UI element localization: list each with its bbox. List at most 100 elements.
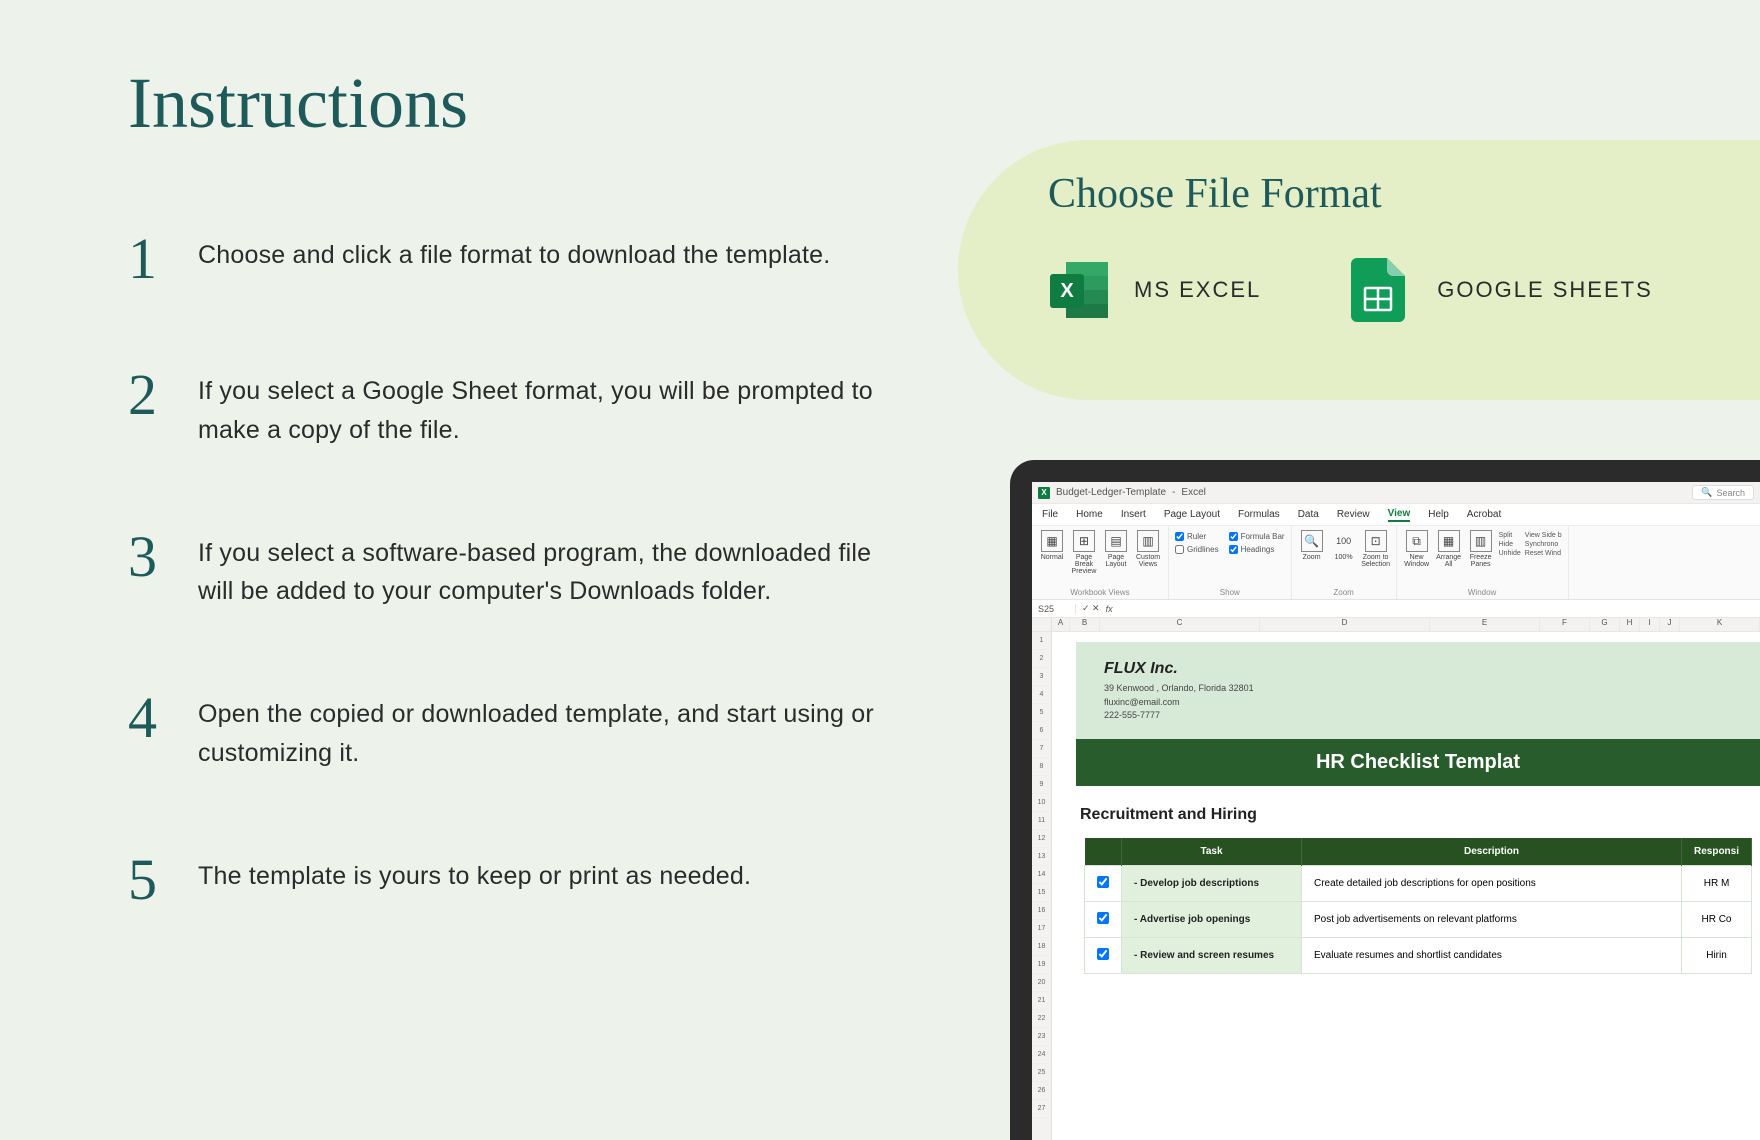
col-header[interactable]: A: [1052, 618, 1070, 631]
step-number: 1: [128, 230, 168, 288]
ribbon-custom-views[interactable]: ▥Custom Views: [1134, 530, 1162, 580]
task-cell: - Review and screen resumes: [1122, 937, 1302, 973]
ribbon-sync[interactable]: Synchrono: [1525, 541, 1562, 548]
ribbon-normal-view[interactable]: ▦Normal: [1038, 530, 1066, 580]
menu-formulas[interactable]: Formulas: [1238, 509, 1280, 520]
menu-file[interactable]: File: [1042, 509, 1058, 520]
menu-data[interactable]: Data: [1298, 509, 1319, 520]
ribbon-hide[interactable]: Hide: [1499, 541, 1521, 548]
column-headers: A B C D E F G H I J K: [1032, 618, 1760, 632]
headings-checkbox[interactable]: [1229, 545, 1238, 554]
ribbon-group-label: Workbook Views: [1038, 588, 1162, 597]
ribbon-group-workbook-views: ▦Normal ⊞Page Break Preview ▤Page Layout…: [1032, 526, 1169, 599]
menu-review[interactable]: Review: [1337, 509, 1370, 520]
step-number: 2: [128, 366, 168, 424]
excel-menu-bar: File Home Insert Page Layout Formulas Da…: [1032, 504, 1760, 526]
col-header[interactable]: K: [1680, 618, 1760, 631]
col-header[interactable]: I: [1640, 618, 1660, 631]
step-text: If you select a software-based program, …: [198, 528, 888, 612]
ribbon-group-label: Show: [1175, 588, 1285, 597]
col-header[interactable]: D: [1260, 618, 1430, 631]
menu-help[interactable]: Help: [1428, 509, 1449, 520]
ribbon-split[interactable]: Split: [1499, 532, 1521, 539]
table-row: - Develop job descriptions Create detail…: [1085, 865, 1752, 901]
company-header-block: FLUX Inc. 39 Kenwood , Orlando, Florida …: [1076, 642, 1760, 739]
ribbon-arrange-all[interactable]: ▦Arrange All: [1435, 530, 1463, 580]
instruction-item: 3 If you select a software-based program…: [128, 528, 888, 612]
table-header-description: Description: [1302, 838, 1682, 866]
task-checkbox[interactable]: [1097, 948, 1109, 960]
task-checkbox[interactable]: [1097, 912, 1109, 924]
format-option-label: MS EXCEL: [1134, 277, 1261, 303]
task-checkbox[interactable]: [1097, 876, 1109, 888]
menu-home[interactable]: Home: [1076, 509, 1103, 520]
laptop-bezel: X Budget-Ledger-Template - Excel 🔍 Searc…: [1010, 460, 1760, 1140]
menu-page-layout[interactable]: Page Layout: [1164, 509, 1220, 520]
sheet-body: 1234567891011121314151617181920212223242…: [1032, 632, 1760, 1140]
ribbon-view-side[interactable]: View Side b: [1525, 532, 1562, 539]
resp-cell: HR Co: [1682, 901, 1752, 937]
ruler-checkbox[interactable]: [1175, 532, 1184, 541]
step-text: If you select a Google Sheet format, you…: [198, 366, 888, 450]
ribbon-zoom-selection[interactable]: ⊡Zoom to Selection: [1362, 530, 1390, 580]
ribbon-group-show: Ruler Gridlines Formula Bar Headings Sho…: [1169, 526, 1292, 599]
gridlines-checkbox[interactable]: [1175, 545, 1184, 554]
ribbon-100[interactable]: 100100%: [1330, 530, 1358, 580]
col-header[interactable]: B: [1070, 618, 1100, 631]
sheet-content[interactable]: FLUX Inc. 39 Kenwood , Orlando, Florida …: [1052, 632, 1760, 1140]
fx-icon: ✓ ✕: [1082, 603, 1100, 614]
format-option-label: GOOGLE SHEETS: [1437, 277, 1653, 303]
step-number: 3: [128, 528, 168, 586]
step-text: Choose and click a file format to downlo…: [198, 230, 830, 275]
search-placeholder: Search: [1716, 488, 1745, 498]
col-header[interactable]: C: [1100, 618, 1260, 631]
row-numbers: 1234567891011121314151617181920212223242…: [1032, 632, 1052, 1140]
col-header[interactable]: E: [1430, 618, 1540, 631]
app-name: Excel: [1181, 487, 1205, 498]
desc-cell: Evaluate resumes and shortlist candidate…: [1302, 937, 1682, 973]
excel-app-icon: X: [1038, 487, 1050, 499]
menu-acrobat[interactable]: Acrobat: [1467, 509, 1501, 520]
table-row: - Review and screen resumes Evaluate res…: [1085, 937, 1752, 973]
company-address: 39 Kenwood , Orlando, Florida 32801: [1104, 682, 1732, 696]
ribbon-reset-window[interactable]: Reset Wind: [1525, 550, 1562, 557]
menu-view[interactable]: View: [1388, 508, 1411, 522]
resp-cell: HR M: [1682, 865, 1752, 901]
col-header[interactable]: H: [1620, 618, 1640, 631]
ribbon-page-break[interactable]: ⊞Page Break Preview: [1070, 530, 1098, 580]
section-title: Recruitment and Hiring: [1052, 786, 1760, 838]
menu-insert[interactable]: Insert: [1121, 509, 1146, 520]
col-header[interactable]: G: [1590, 618, 1620, 631]
step-text: Open the copied or downloaded template, …: [198, 689, 888, 773]
laptop-mockup: X Budget-Ledger-Template - Excel 🔍 Searc…: [1010, 460, 1760, 1140]
ribbon-new-window[interactable]: ⧉New Window: [1403, 530, 1431, 580]
ribbon-unhide[interactable]: Unhide: [1499, 550, 1521, 557]
ribbon-group-label: Window: [1403, 588, 1562, 597]
col-header[interactable]: J: [1660, 618, 1680, 631]
task-cell: - Develop job descriptions: [1122, 865, 1302, 901]
ribbon-page-layout[interactable]: ▤Page Layout: [1102, 530, 1130, 580]
company-phone: 222-555-7777: [1104, 709, 1732, 723]
company-email: fluxinc@email.com: [1104, 696, 1732, 710]
table-header-responsible: Responsi: [1682, 838, 1752, 866]
google-sheets-option[interactable]: GOOGLE SHEETS: [1351, 258, 1653, 322]
excel-icon: X: [1048, 258, 1112, 322]
excel-search-box[interactable]: 🔍 Search: [1692, 485, 1754, 500]
ribbon-freeze-panes[interactable]: ▥Freeze Panes: [1467, 530, 1495, 580]
col-header[interactable]: F: [1540, 618, 1590, 631]
company-name: FLUX Inc.: [1104, 660, 1732, 678]
ribbon-group-label: Zoom: [1298, 588, 1390, 597]
instruction-item: 1 Choose and click a file format to down…: [128, 230, 888, 288]
formula-bar-checkbox[interactable]: [1229, 532, 1238, 541]
name-box[interactable]: S25: [1036, 604, 1076, 614]
page-title: Instructions: [128, 62, 468, 145]
desc-cell: Post job advertisements on relevant plat…: [1302, 901, 1682, 937]
file-format-heading: Choose File Format: [1048, 170, 1760, 218]
ms-excel-option[interactable]: X MS EXCEL: [1048, 258, 1261, 322]
laptop-screen: X Budget-Ledger-Template - Excel 🔍 Searc…: [1032, 482, 1760, 1140]
instruction-item: 5 The template is yours to keep or print…: [128, 851, 888, 909]
instructions-list: 1 Choose and click a file format to down…: [128, 230, 888, 987]
ribbon-zoom[interactable]: 🔍Zoom: [1298, 530, 1326, 580]
document-title-bar: HR Checklist Templat: [1076, 739, 1760, 786]
table-row: - Advertise job openings Post job advert…: [1085, 901, 1752, 937]
